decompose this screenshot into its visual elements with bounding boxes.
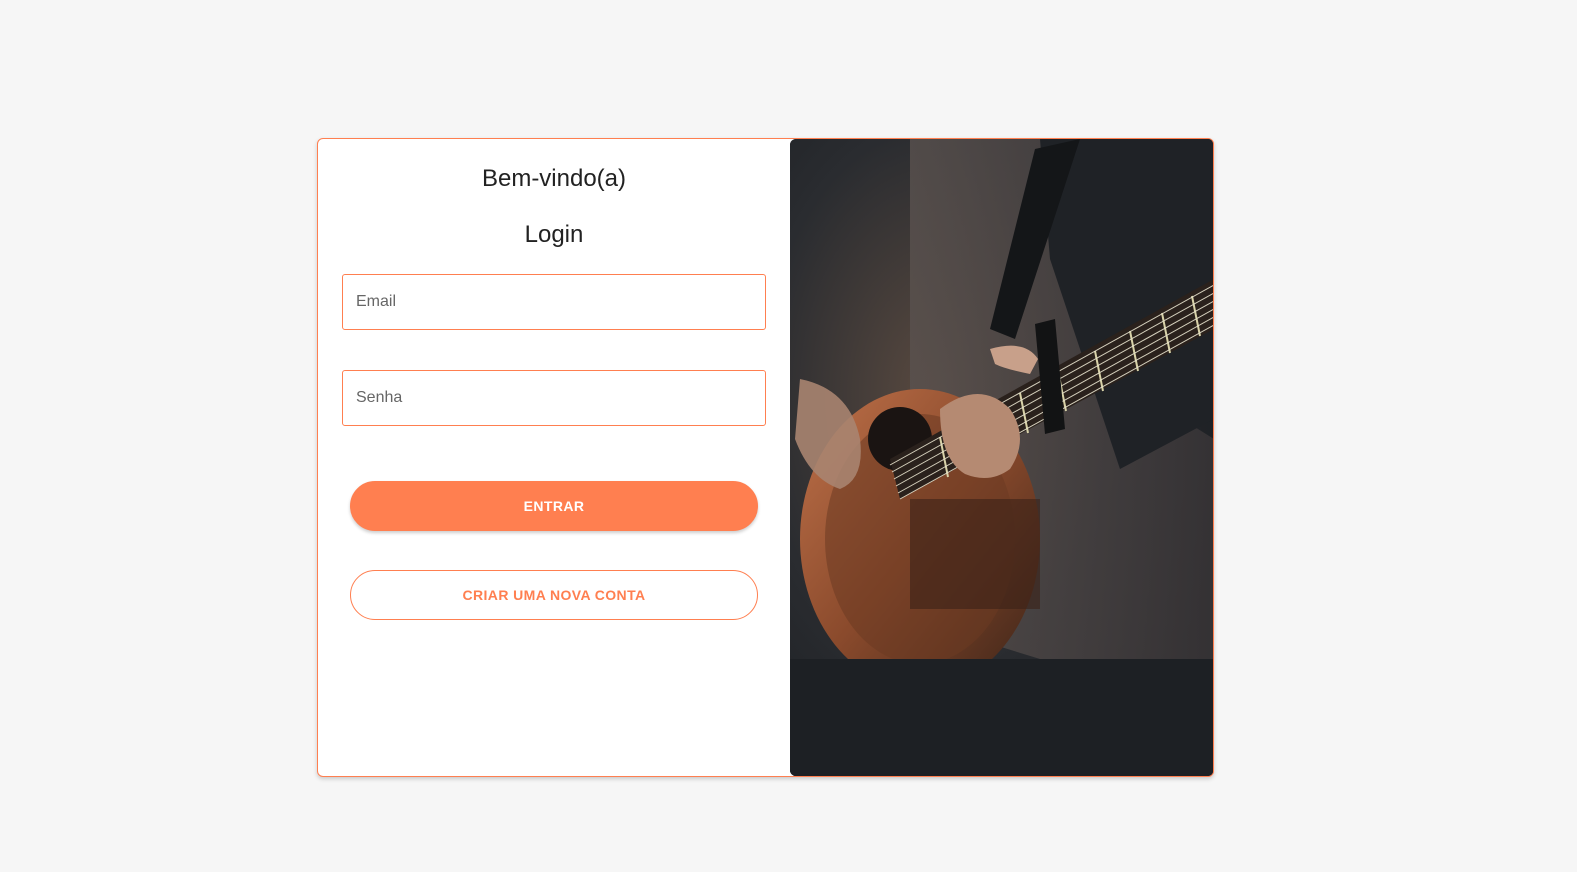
login-card: Bem-vindo(a) Login ENTRAR CRIAR UMA NOVA… bbox=[317, 138, 1214, 777]
email-field[interactable] bbox=[342, 274, 766, 330]
login-form: Bem-vindo(a) Login ENTRAR CRIAR UMA NOVA… bbox=[318, 139, 790, 776]
guitar-photo bbox=[790, 139, 1213, 776]
welcome-heading: Bem-vindo(a) bbox=[481, 165, 627, 192]
password-field[interactable] bbox=[342, 370, 766, 426]
login-button[interactable]: ENTRAR bbox=[350, 481, 758, 531]
login-title: Login bbox=[524, 221, 584, 248]
create-account-button[interactable]: CRIAR UMA NOVA CONTA bbox=[350, 570, 758, 620]
guitarist-illustration bbox=[790, 139, 1213, 776]
